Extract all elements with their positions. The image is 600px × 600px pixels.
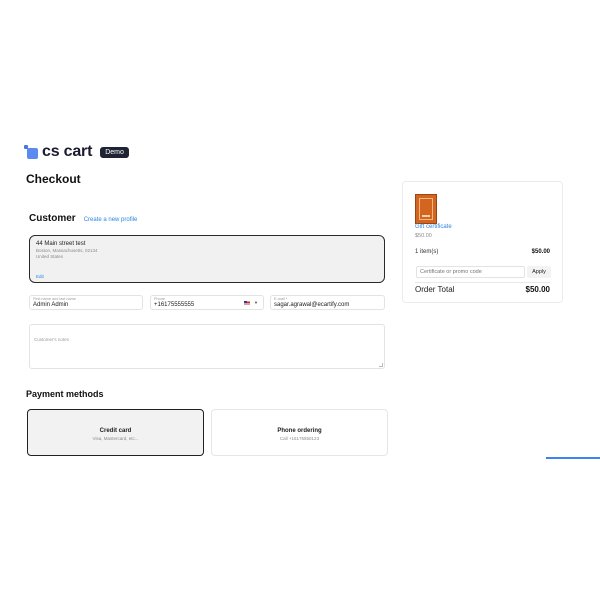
payment-method-name: Credit card [99, 428, 132, 434]
order-summary: Gift certificate $50.00 1 item(s) $50.00… [402, 181, 563, 303]
payment-methods-title: Payment methods [26, 389, 104, 399]
edit-address-link[interactable]: Edit [36, 274, 44, 279]
progress-indicator-line [546, 457, 600, 459]
payment-method-description: Call +16175550123 [279, 436, 320, 441]
product-name-link[interactable]: Gift certificate [415, 224, 452, 230]
payment-method-description: Visa, Mastercard, etc... [92, 436, 139, 441]
address-line-street: 44 Main street test [36, 241, 86, 247]
name-field[interactable]: First name and last name Admin Admin [29, 295, 143, 310]
apply-promo-button[interactable]: Apply [527, 266, 551, 278]
customer-header: Customer Create a new profile [29, 213, 137, 224]
product-price: $50.00 [415, 233, 432, 239]
phone-field[interactable]: Phone +16175555555 ▼ [150, 295, 264, 310]
address-line-country: United States [36, 254, 64, 259]
country-code-select[interactable]: ▼ [244, 300, 258, 305]
address-line-city: Boston, Massachusetts, 02134 [36, 248, 98, 253]
customer-title: Customer [29, 213, 76, 224]
promo-code-input[interactable] [416, 266, 525, 278]
payment-method-credit-card[interactable]: Credit card Visa, Mastercard, etc... [27, 409, 204, 456]
order-total-amount: $50.00 [525, 285, 550, 294]
us-flag-icon [244, 300, 251, 305]
order-total-label: Order Total [415, 285, 455, 294]
items-count: 1 item(s) [415, 249, 439, 255]
create-profile-link[interactable]: Create a new profile [84, 217, 138, 223]
customer-notes-placeholder: Customer's notes [34, 337, 69, 342]
summary-divider [415, 282, 550, 283]
payment-method-phone-ordering[interactable]: Phone ordering Call +16175550123 [211, 409, 388, 456]
resize-grip-icon[interactable] [379, 363, 383, 367]
page-title: Checkout [26, 172, 81, 186]
logo-text: cs cart [42, 143, 93, 160]
gift-certificate-image[interactable] [415, 194, 437, 224]
order-total-row: Order Total $50.00 [415, 285, 550, 294]
address-card[interactable]: 44 Main street test Boston, Massachusett… [29, 235, 385, 283]
demo-badge: Demo [100, 146, 129, 158]
items-amount: $50.00 [531, 249, 550, 255]
logo-icon [24, 145, 38, 159]
brand-logo[interactable]: cs cart Demo [24, 143, 129, 161]
items-row: 1 item(s) $50.00 [415, 249, 550, 255]
caret-down-icon: ▼ [254, 300, 258, 305]
email-field-value[interactable]: sagar.agrawal@ecartify.com [274, 301, 381, 309]
name-field-value[interactable]: Admin Admin [33, 301, 139, 309]
email-field[interactable]: E-mail * sagar.agrawal@ecartify.com [270, 295, 385, 310]
customer-notes-textarea[interactable]: Customer's notes [29, 324, 385, 369]
payment-method-name: Phone ordering [277, 428, 322, 434]
